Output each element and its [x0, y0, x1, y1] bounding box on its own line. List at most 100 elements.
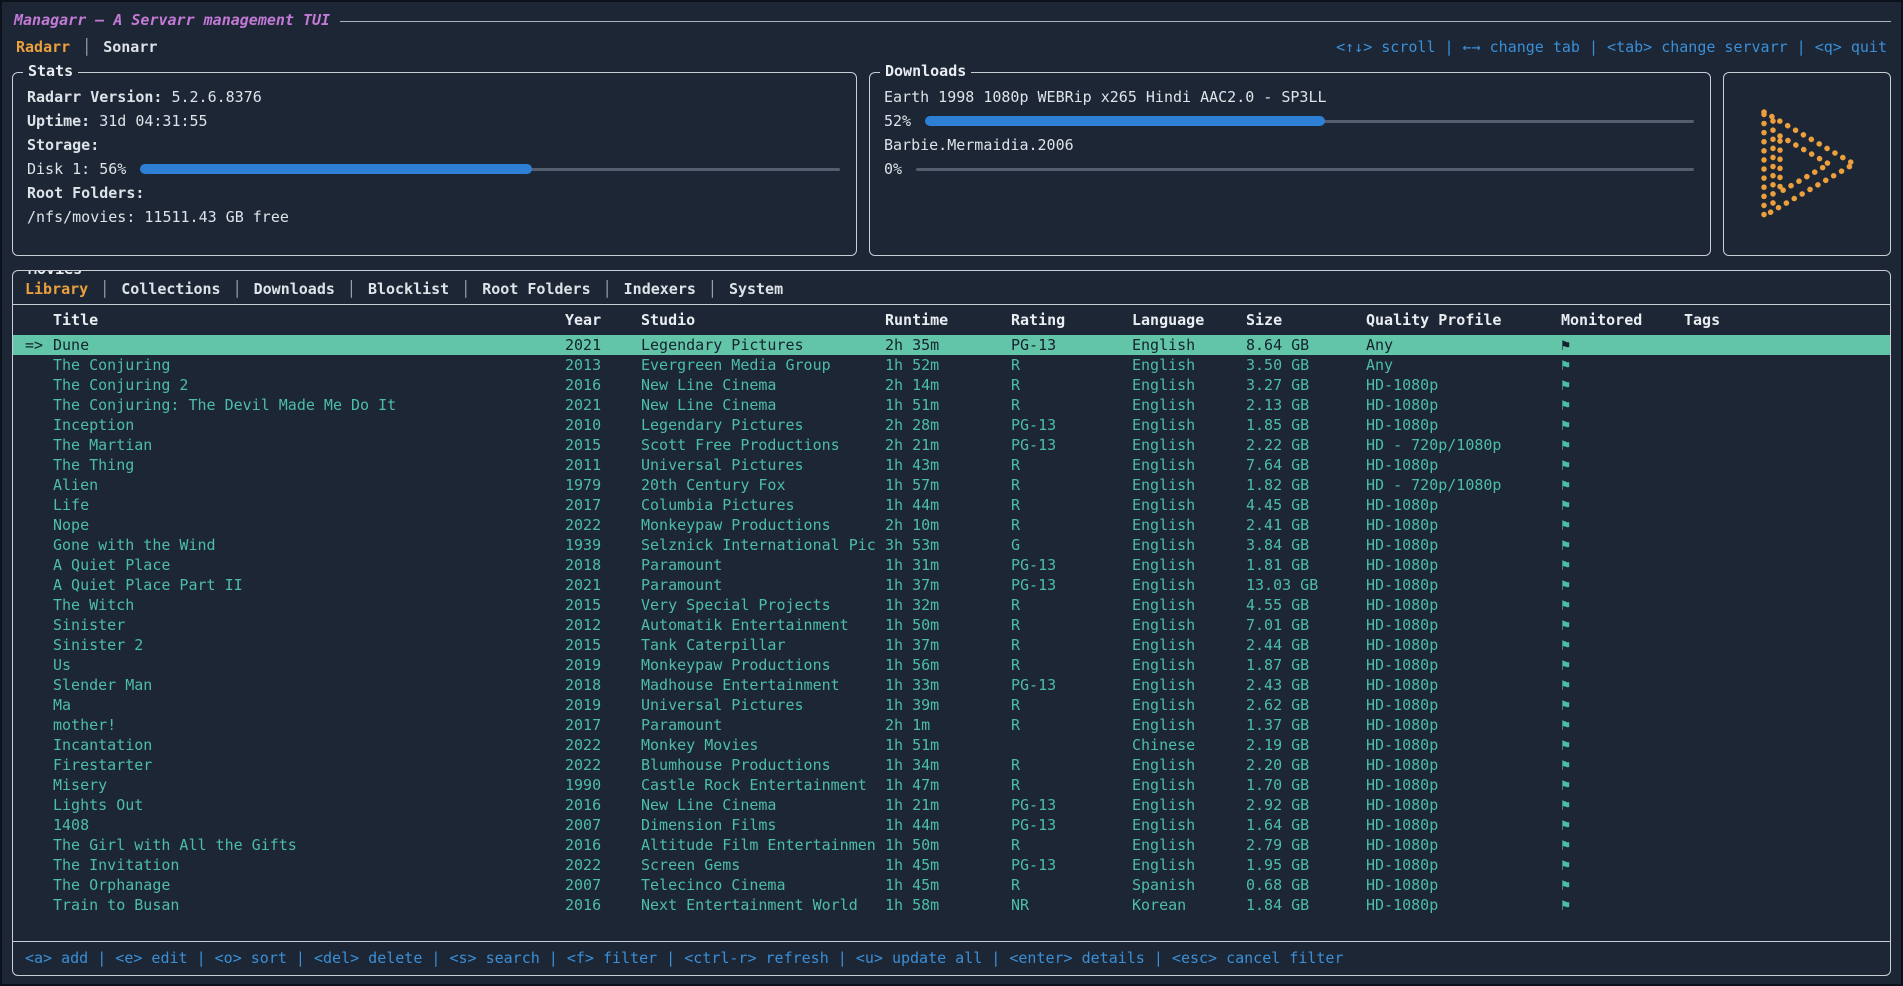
- cell-studio: Tank Caterpillar: [641, 635, 885, 655]
- cell-language: English: [1132, 635, 1246, 655]
- monitored-flag-icon: ⚑: [1561, 595, 1684, 615]
- table-row[interactable]: 14082007Dimension Films1h 44mPG-13Englis…: [13, 815, 1890, 835]
- selection-arrow: [25, 895, 53, 915]
- cell-title: The Invitation: [53, 855, 565, 875]
- selection-arrow: [25, 675, 53, 695]
- monitored-flag-icon: ⚑: [1561, 575, 1684, 595]
- cell-size: 2.62 GB: [1246, 695, 1366, 715]
- table-row[interactable]: The Conjuring: The Devil Made Me Do It20…: [13, 395, 1890, 415]
- tab-root-folders[interactable]: Root Folders: [482, 280, 590, 298]
- table-row[interactable]: A Quiet Place Part II2021Paramount1h 37m…: [13, 575, 1890, 595]
- tab-sonarr[interactable]: Sonarr: [103, 38, 157, 56]
- cell-quality: HD-1080p: [1366, 615, 1561, 635]
- table-row[interactable]: Sinister 22015Tank Caterpillar1h 37mREng…: [13, 635, 1890, 655]
- cell-studio: Legendary Pictures: [641, 335, 885, 355]
- cell-year: 2019: [565, 695, 641, 715]
- cell-runtime: 1h 50m: [885, 615, 1011, 635]
- cell-title: Sinister 2: [53, 635, 565, 655]
- monitored-flag-icon: ⚑: [1561, 895, 1684, 915]
- monitored-flag-icon: ⚑: [1561, 795, 1684, 815]
- table-row[interactable]: =>Dune2021Legendary Pictures2h 35mPG-13E…: [13, 335, 1890, 355]
- tab-system[interactable]: System: [729, 280, 783, 298]
- table-row[interactable]: The Conjuring2013Evergreen Media Group1h…: [13, 355, 1890, 375]
- cell-title: The Conjuring: [53, 355, 565, 375]
- cell-language: English: [1132, 675, 1246, 695]
- column-header-tags: Tags: [1684, 305, 1890, 335]
- cell-title: Sinister: [53, 615, 565, 635]
- column-header-rating: Rating: [1011, 305, 1132, 335]
- selection-arrow: [25, 475, 53, 495]
- table-row[interactable]: The Martian2015Scott Free Productions2h …: [13, 435, 1890, 455]
- cell-language: English: [1132, 615, 1246, 635]
- tab-indexers[interactable]: Indexers: [624, 280, 696, 298]
- table-row[interactable]: Sinister2012Automatik Entertainment1h 50…: [13, 615, 1890, 635]
- cell-rating: R: [1011, 495, 1132, 515]
- cell-title: Train to Busan: [53, 895, 565, 915]
- cell-tags: [1684, 635, 1890, 655]
- table-row[interactable]: Train to Busan2016Next Entertainment Wor…: [13, 895, 1890, 915]
- table-row[interactable]: Life2017Columbia Pictures1h 44mREnglish4…: [13, 495, 1890, 515]
- cell-size: 13.03 GB: [1246, 575, 1366, 595]
- movies-panel: Movies Library │ Collections │ Downloads…: [12, 270, 1891, 976]
- table-row[interactable]: A Quiet Place2018Paramount1h 31mPG-13Eng…: [13, 555, 1890, 575]
- table-row[interactable]: Incantation2022Monkey Movies1h 51mChines…: [13, 735, 1890, 755]
- table-row[interactable]: Inception2010Legendary Pictures2h 28mPG-…: [13, 415, 1890, 435]
- monitored-flag-icon: ⚑: [1561, 635, 1684, 655]
- cell-runtime: 1h 45m: [885, 855, 1011, 875]
- cell-size: 2.22 GB: [1246, 435, 1366, 455]
- cell-tags: [1684, 495, 1890, 515]
- cell-tags: [1684, 615, 1890, 635]
- movies-tabs: Library │ Collections │ Downloads │ Bloc…: [13, 271, 1890, 305]
- table-header: Title Year Studio Runtime Rating Languag…: [13, 305, 1890, 335]
- cell-rating: R: [1011, 475, 1132, 495]
- cell-size: 1.95 GB: [1246, 855, 1366, 875]
- cell-studio: Universal Pictures: [641, 455, 885, 475]
- cell-year: 2007: [565, 875, 641, 895]
- cell-size: 2.44 GB: [1246, 635, 1366, 655]
- cell-year: 2016: [565, 895, 641, 915]
- cell-runtime: 1h 51m: [885, 735, 1011, 755]
- selection-arrow: [25, 715, 53, 735]
- cell-language: English: [1132, 555, 1246, 575]
- tab-radarr[interactable]: Radarr: [16, 38, 70, 56]
- table-row[interactable]: The Orphanage2007Telecinco Cinema1h 45mR…: [13, 875, 1890, 895]
- table-row[interactable]: The Witch2015Very Special Projects1h 32m…: [13, 595, 1890, 615]
- cell-quality: HD-1080p: [1366, 875, 1561, 895]
- table-row[interactable]: The Thing2011Universal Pictures1h 43mREn…: [13, 455, 1890, 475]
- table-row[interactable]: The Conjuring 22016New Line Cinema2h 14m…: [13, 375, 1890, 395]
- tab-blocklist[interactable]: Blocklist: [368, 280, 449, 298]
- cell-runtime: 1h 39m: [885, 695, 1011, 715]
- table-row[interactable]: Us2019Monkeypaw Productions1h 56mREnglis…: [13, 655, 1890, 675]
- table-row[interactable]: Slender Man2018Madhouse Entertainment1h …: [13, 675, 1890, 695]
- table-row[interactable]: Misery1990Castle Rock Entertainment1h 47…: [13, 775, 1890, 795]
- selection-arrow: [25, 815, 53, 835]
- app-titlebar: Managarr – A Servarr management TUI: [12, 8, 1891, 32]
- table-row[interactable]: Nope2022Monkeypaw Productions2h 10mREngl…: [13, 515, 1890, 535]
- table-row[interactable]: The Girl with All the Gifts2016Altitude …: [13, 835, 1890, 855]
- table-row[interactable]: Ma2019Universal Pictures1h 39mREnglish2.…: [13, 695, 1890, 715]
- table-row[interactable]: Alien197920th Century Fox1h 57mREnglish1…: [13, 475, 1890, 495]
- cell-studio: New Line Cinema: [641, 795, 885, 815]
- table-row[interactable]: Gone with the Wind1939Selznick Internati…: [13, 535, 1890, 555]
- cell-rating: R: [1011, 875, 1132, 895]
- table-row[interactable]: Lights Out2016New Line Cinema1h 21mPG-13…: [13, 795, 1890, 815]
- table-row[interactable]: The Invitation2022Screen Gems1h 45mPG-13…: [13, 855, 1890, 875]
- cell-tags: [1684, 595, 1890, 615]
- storage-header: Storage:: [27, 133, 842, 157]
- tab-separator: │: [233, 280, 242, 298]
- cell-runtime: 2h 21m: [885, 435, 1011, 455]
- cell-runtime: 1h 34m: [885, 755, 1011, 775]
- uptime-line: Uptime: 31d 04:31:55: [27, 109, 842, 133]
- cell-runtime: 1h 31m: [885, 555, 1011, 575]
- cell-tags: [1684, 575, 1890, 595]
- cell-runtime: 1h 47m: [885, 775, 1011, 795]
- table-row[interactable]: Firestarter2022Blumhouse Productions1h 3…: [13, 755, 1890, 775]
- table-row[interactable]: mother!2017Paramount2h 1mREnglish1.37 GB…: [13, 715, 1890, 735]
- monitored-flag-icon: ⚑: [1561, 515, 1684, 535]
- tab-downloads[interactable]: Downloads: [254, 280, 335, 298]
- cell-language: English: [1132, 855, 1246, 875]
- cell-title: Lights Out: [53, 795, 565, 815]
- cell-studio: Dimension Films: [641, 815, 885, 835]
- tab-collections[interactable]: Collections: [121, 280, 220, 298]
- tab-library[interactable]: Library: [25, 280, 88, 298]
